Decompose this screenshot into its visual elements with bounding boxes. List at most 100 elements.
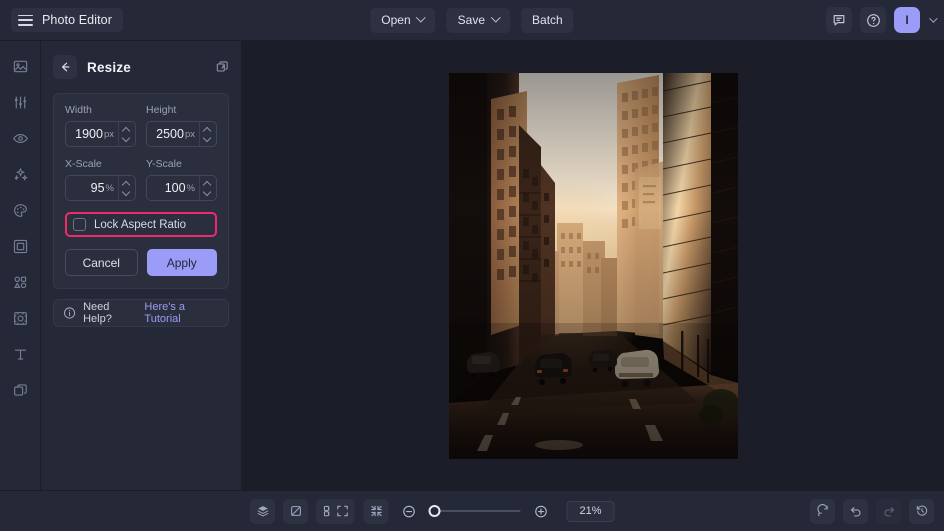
- y-scale-increment-icon[interactable]: [204, 182, 210, 186]
- chevron-down-icon: [416, 12, 427, 23]
- sidebar-item-retouch[interactable]: [5, 125, 35, 151]
- batch-button[interactable]: Batch: [521, 7, 574, 33]
- lock-aspect-ratio-row[interactable]: Lock Aspect Ratio: [73, 218, 209, 231]
- fit-contract-button[interactable]: [363, 498, 389, 524]
- sidebar-item-resize[interactable]: [5, 305, 35, 331]
- width-field: Width 1900 px: [65, 104, 136, 147]
- back-arrow-icon: [61, 62, 70, 72]
- height-label: Height: [146, 104, 177, 116]
- eye-icon: [12, 133, 28, 143]
- question-circle-icon: [866, 13, 880, 27]
- height-decrement-icon[interactable]: [204, 136, 210, 140]
- x-scale-value[interactable]: 95: [72, 181, 105, 195]
- y-scale-decrement-icon[interactable]: [204, 190, 210, 194]
- zoom-slider[interactable]: [428, 504, 521, 518]
- transparency-button[interactable]: [283, 498, 308, 524]
- zoom-in-icon: [534, 505, 547, 517]
- save-button[interactable]: Save: [446, 7, 511, 33]
- x-scale-stepper[interactable]: [118, 176, 132, 200]
- sidebar-item-image[interactable]: [5, 53, 35, 79]
- bottom-bar: 21%: [0, 490, 944, 531]
- width-value[interactable]: 1900: [72, 127, 103, 141]
- x-scale-decrement-icon[interactable]: [123, 190, 129, 194]
- zoom-slider-handle[interactable]: [428, 505, 441, 517]
- reset-icon: [816, 504, 828, 517]
- sparkles-icon: [14, 167, 28, 181]
- resize-icon: [13, 311, 27, 325]
- layers-stack-icon: [257, 506, 268, 517]
- height-input[interactable]: 2500 px: [146, 121, 217, 147]
- canvas-image[interactable]: [448, 72, 738, 459]
- width-stepper[interactable]: [118, 122, 132, 146]
- y-scale-label: Y-Scale: [146, 158, 182, 170]
- open-button[interactable]: Open: [370, 7, 436, 33]
- city-street-photo: [448, 72, 738, 459]
- sidebar-item-layers[interactable]: [5, 377, 35, 403]
- frame-icon: [13, 239, 27, 253]
- avatar[interactable]: I: [894, 7, 920, 33]
- sidebar-item-shapes[interactable]: [5, 269, 35, 295]
- fit-screen-button[interactable]: [329, 498, 355, 524]
- sidebar-item-adjust[interactable]: [5, 89, 35, 115]
- hamburger-icon[interactable]: [18, 14, 33, 26]
- apply-button[interactable]: Apply: [146, 249, 217, 276]
- height-field: Height 2500 px: [146, 104, 217, 147]
- zoom-slider-track: [434, 510, 521, 512]
- info-icon: [63, 307, 76, 319]
- back-button[interactable]: [53, 55, 77, 79]
- zoom-out-button[interactable]: [398, 500, 420, 522]
- cancel-button[interactable]: Cancel: [65, 249, 138, 276]
- form-actions: Cancel Apply: [65, 249, 217, 276]
- help-button[interactable]: [860, 7, 886, 33]
- lock-aspect-ratio-checkbox[interactable]: [73, 218, 86, 231]
- y-scale-unit: %: [186, 182, 195, 194]
- bottom-left-tools: [250, 498, 341, 524]
- history-button[interactable]: [909, 498, 934, 524]
- undo-button[interactable]: [843, 498, 868, 524]
- height-increment-icon[interactable]: [204, 128, 210, 132]
- height-unit: px: [184, 128, 195, 140]
- x-scale-unit: %: [105, 182, 114, 194]
- width-increment-icon[interactable]: [123, 128, 129, 132]
- sidebar-item-crop[interactable]: [5, 233, 35, 259]
- photo-editor-app: Photo Editor Open Save Batch I Resize Wi…: [0, 0, 944, 531]
- height-stepper[interactable]: [199, 122, 213, 146]
- x-scale-input[interactable]: 95 %: [65, 175, 136, 201]
- need-help-banner[interactable]: Need Help? Here's a Tutorial: [53, 299, 229, 327]
- y-scale-field: Y-Scale 100 %: [146, 158, 217, 201]
- image-icon: [13, 60, 27, 72]
- fit-contract-icon: [370, 505, 382, 517]
- undo-icon: [850, 507, 861, 517]
- height-value[interactable]: 2500: [153, 127, 184, 141]
- sidebar-item-filters[interactable]: [5, 197, 35, 223]
- y-scale-stepper[interactable]: [199, 176, 213, 200]
- width-input[interactable]: 1900 px: [65, 121, 136, 147]
- layers-panel-button[interactable]: [250, 498, 275, 524]
- palette-icon: [13, 203, 27, 217]
- redo-button[interactable]: [876, 498, 901, 524]
- zoom-in-button[interactable]: [530, 500, 552, 522]
- x-scale-label: X-Scale: [65, 158, 102, 170]
- y-scale-value[interactable]: 100: [153, 181, 186, 195]
- feedback-button[interactable]: [826, 7, 852, 33]
- canvas-area[interactable]: [242, 41, 944, 490]
- reset-button[interactable]: [810, 498, 835, 524]
- duplicate-button[interactable]: [215, 60, 229, 74]
- need-help-text: Need Help?: [83, 301, 112, 325]
- sidebar-item-effects[interactable]: [5, 161, 35, 187]
- width-decrement-icon[interactable]: [123, 136, 129, 140]
- duplicate-icon: [216, 61, 228, 72]
- chevron-down-icon[interactable]: [929, 14, 938, 23]
- tutorial-link[interactable]: Here's a Tutorial: [144, 301, 219, 325]
- app-menu-button[interactable]: Photo Editor: [11, 8, 123, 32]
- zoom-level-value[interactable]: 21%: [566, 500, 615, 522]
- sidebar-item-text[interactable]: [5, 341, 35, 367]
- top-right-actions: I: [826, 7, 938, 33]
- x-scale-increment-icon[interactable]: [123, 182, 129, 186]
- y-scale-input[interactable]: 100 %: [146, 175, 217, 201]
- open-button-label: Open: [381, 13, 411, 27]
- top-bar: Photo Editor Open Save Batch I: [0, 0, 944, 41]
- lock-aspect-ratio-highlight: Lock Aspect Ratio: [65, 212, 217, 237]
- width-label: Width: [65, 104, 92, 116]
- width-unit: px: [103, 128, 114, 140]
